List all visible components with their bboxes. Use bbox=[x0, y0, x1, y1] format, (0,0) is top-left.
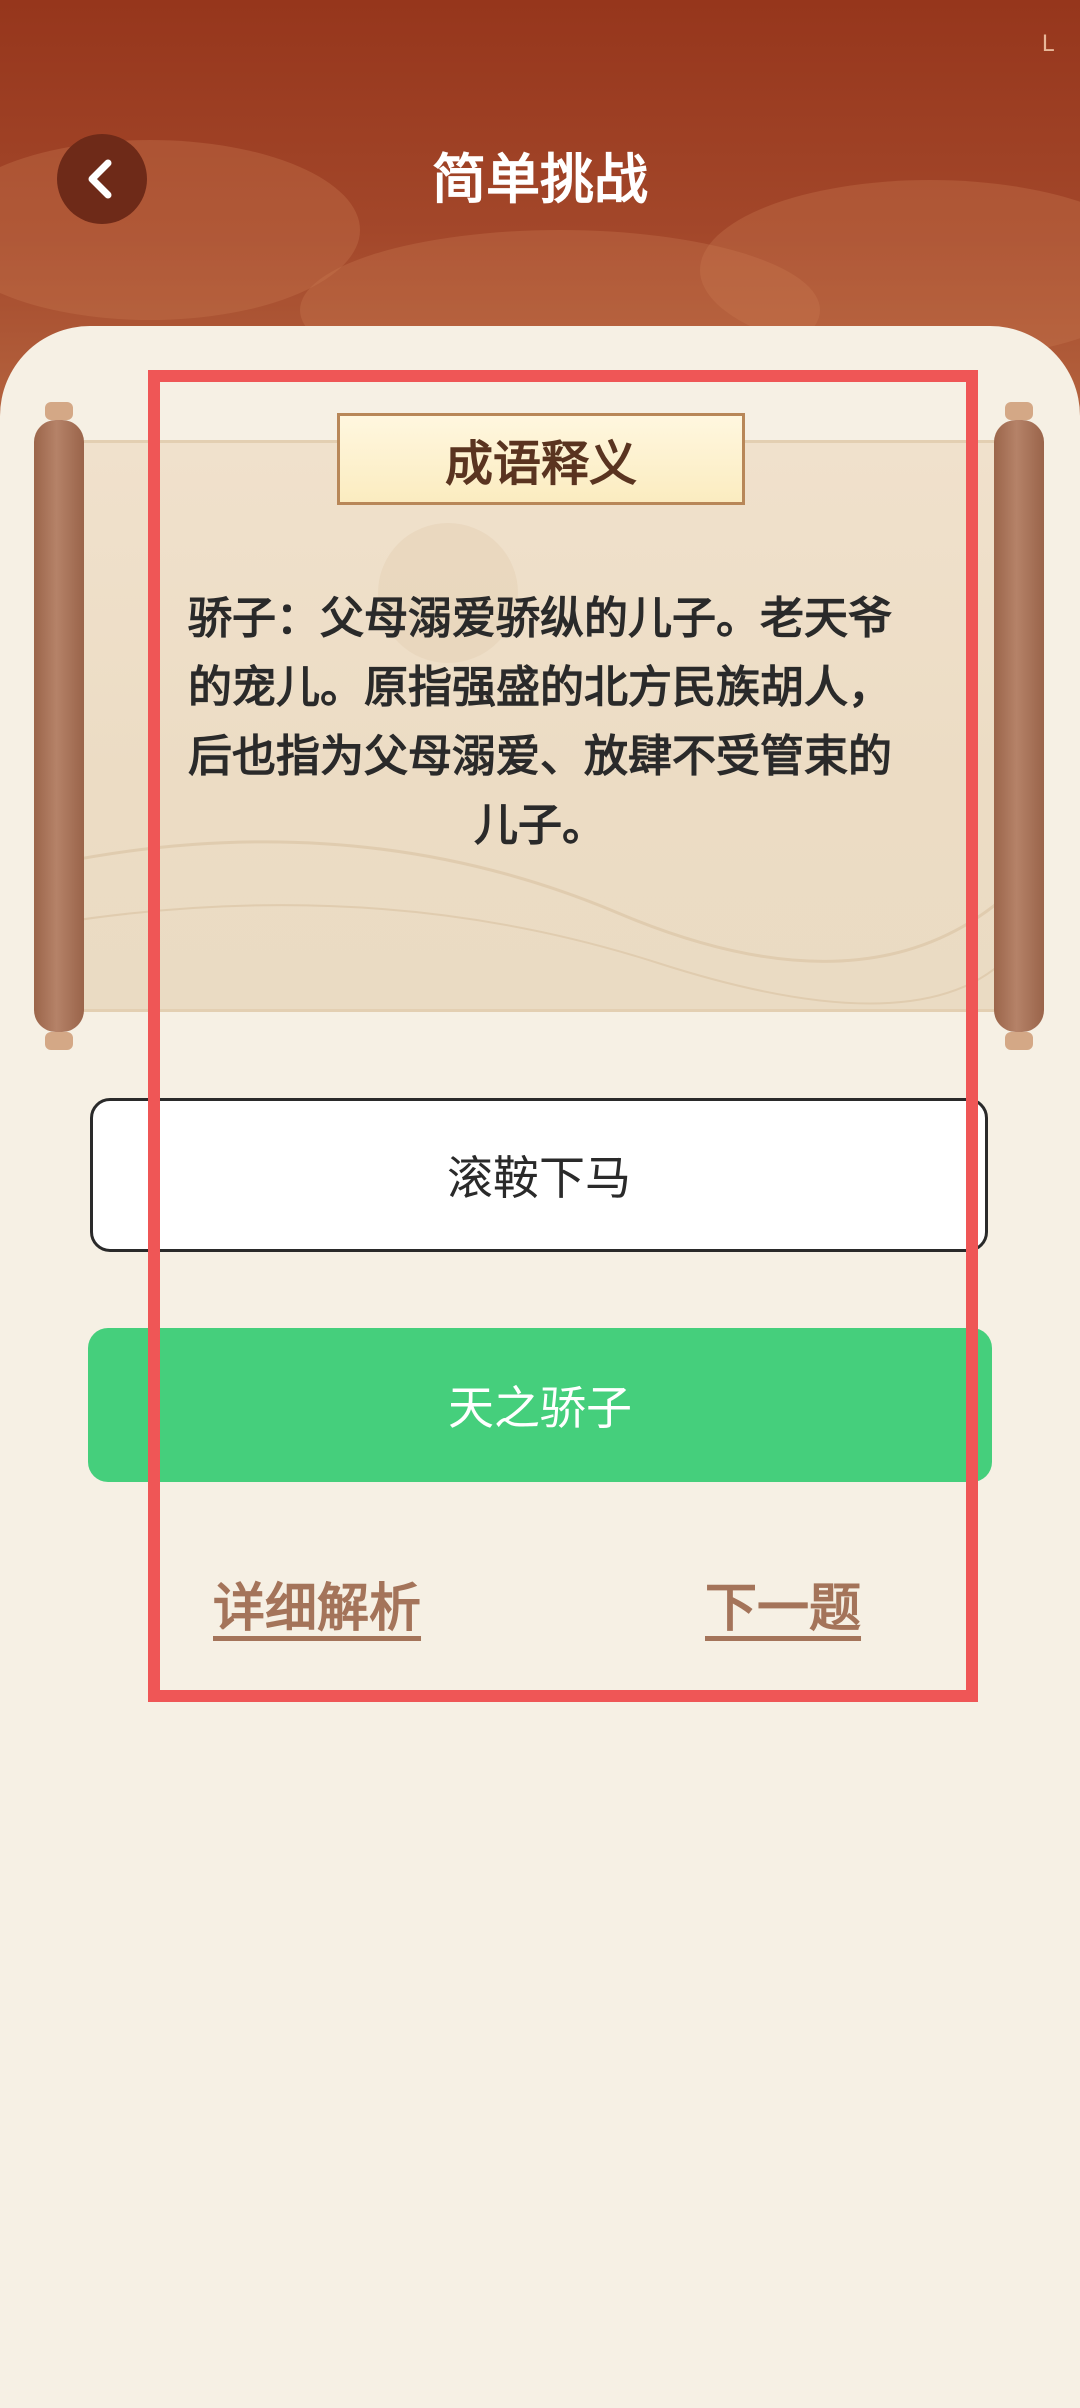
status-corner-mark: L bbox=[1041, 32, 1054, 57]
page-title: 简单挑战 bbox=[432, 148, 648, 211]
scroll-rod-cap bbox=[45, 402, 73, 420]
scroll-rod-cap bbox=[45, 1032, 73, 1050]
scroll-rod-cap bbox=[1005, 402, 1033, 420]
scroll-rod-left bbox=[34, 420, 84, 1032]
highlight-box bbox=[148, 370, 978, 1702]
scroll-rod-cap bbox=[1005, 1032, 1033, 1050]
scroll-rod-right bbox=[994, 420, 1044, 1032]
